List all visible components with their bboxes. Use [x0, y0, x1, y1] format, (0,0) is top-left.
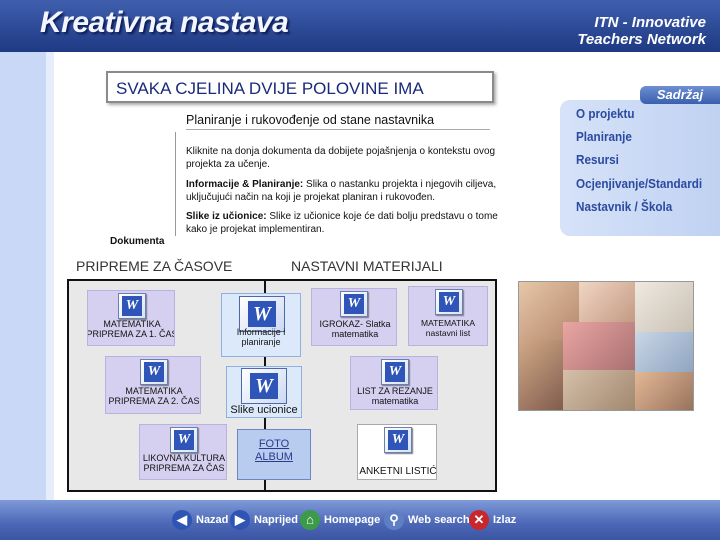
foto-album-label[interactable]: FOTO ALBUM	[238, 438, 310, 464]
brand-line-2: Teachers Network	[577, 31, 706, 48]
sidebar-tab-sadrzaj: Sadržaj	[640, 86, 720, 104]
page-title: SVAKA CJELINA DVIJE POLOVINE IMA	[116, 79, 424, 98]
photo-tile	[635, 332, 693, 372]
photo-tile	[563, 322, 635, 370]
word-doc-icon: W	[340, 291, 368, 317]
word-doc-icon: W	[140, 359, 168, 385]
arrow-left-icon: ◀	[172, 510, 192, 530]
photo-tile	[635, 372, 693, 410]
doc-list-za-rezanje[interactable]: W LIST ZA REZANJE matematika	[350, 356, 438, 410]
doc-igrokaz[interactable]: W IGROKAZ- Slatka matematika	[311, 288, 397, 346]
home-icon: ⌂	[300, 510, 320, 530]
doc-likovna-kultura[interactable]: W LIKOVNA KULTURA PRIPREMA ZA ČAS	[139, 424, 227, 480]
word-doc-icon: W	[381, 359, 409, 385]
doc-label: MATEMATIKA PRIPREMA ZA 1. ČAS	[87, 319, 174, 339]
slike-description: Slike iz učionice: Slike iz učionice koj…	[186, 210, 504, 236]
nav-button-homepage[interactable]: ⌂ Homepage	[300, 510, 380, 530]
nav-label: Web search	[408, 514, 470, 526]
col-header-pripreme: PRIPREME ZA ČASOVE	[76, 258, 233, 274]
nav-label: Homepage	[324, 514, 381, 526]
doc-slike-ucionice[interactable]: W Slike ucionice	[226, 366, 302, 418]
sidebar-item-nastavnik[interactable]: Nastavnik / Škola	[576, 199, 672, 214]
content-sidebar: Sadržaj O projektu Planiranje Resursi Oc…	[560, 86, 720, 236]
doc-anketni-listic[interactable]: W ANKETNI LISTIĆ	[357, 424, 437, 480]
close-icon: ✕	[469, 510, 489, 530]
sidebar-item-ocjenjivanje[interactable]: Ocjenjivanje/Standardi	[576, 176, 702, 191]
classroom-photo-collage	[518, 281, 694, 411]
header-banner: Kreativna nastava ITN - Innovative Teach…	[0, 0, 720, 52]
doc-informacije-planiranje[interactable]: W Informacije i planiranje	[221, 293, 301, 357]
photo-tile	[519, 340, 563, 410]
arrow-right-icon: ▶	[230, 510, 250, 530]
nav-button-nazad[interactable]: ◀ Nazad	[172, 510, 228, 530]
photo-tile	[635, 282, 693, 332]
word-doc-icon: W	[384, 427, 412, 453]
doc-matematika-2[interactable]: W MATEMATIKA PRIPREMA ZA 2. ČAS	[105, 356, 201, 414]
foto-album-link[interactable]: FOTO ALBUM	[237, 429, 311, 480]
sidebar-item-resursi[interactable]: Resursi	[576, 152, 619, 167]
sidebar-item-planiranje[interactable]: Planiranje	[576, 129, 632, 144]
word-doc-icon: W	[435, 289, 463, 315]
doc-label: Slike ucionice	[230, 404, 298, 416]
brand-line-1: ITN - Innovative	[594, 14, 706, 31]
info-heading: Informacije & Planiranje:	[186, 179, 304, 190]
photo-tile	[563, 370, 635, 410]
slike-heading: Slike iz učionice:	[186, 211, 267, 222]
nav-button-web-search[interactable]: ⚲ Web search	[384, 510, 470, 530]
left-decor-strip-inner	[46, 52, 54, 540]
dokumenta-label: Dokumenta	[110, 236, 165, 247]
word-doc-icon: W	[118, 293, 146, 319]
nav-button-izlaz[interactable]: ✕ Izlaz	[469, 510, 516, 530]
doc-label: MATEMATIKA nastavni list	[421, 318, 475, 338]
doc-label: LIST ZA REZANJE matematika	[357, 386, 433, 406]
sidebar-item-o-projektu[interactable]: O projektu	[576, 106, 635, 121]
info-description: Informacije & Planiranje: Slika o nastan…	[186, 178, 504, 204]
left-decor-strip	[0, 52, 46, 540]
nav-label: Izlaz	[493, 514, 517, 526]
doc-nastavni-list[interactable]: W MATEMATIKA nastavni list	[408, 286, 488, 346]
footer-nav-bar: ◀ Nazad ▶ Naprijed ⌂ Homepage ⚲ Web sear…	[0, 500, 720, 540]
doc-label: IGROKAZ- Slatka matematika	[319, 319, 391, 339]
vertical-divider	[175, 132, 176, 236]
photo-tile	[579, 282, 635, 322]
page-subtitle: Planiranje i rukovođenje od stane nastav…	[186, 113, 435, 127]
nav-button-naprijed[interactable]: ▶ Naprijed	[230, 510, 298, 530]
word-doc-icon: W	[170, 427, 198, 453]
subtitle-divider	[186, 129, 490, 130]
doc-matematika-1[interactable]: W MATEMATIKA PRIPREMA ZA 1. ČAS	[87, 290, 175, 346]
nav-label: Nazad	[196, 514, 229, 526]
doc-label: Informacije i planiranje	[236, 327, 286, 347]
doc-label: ANKETNI LISTIĆ	[359, 466, 437, 477]
page-title-box: SVAKA CJELINA DVIJE POLOVINE IMA	[106, 71, 494, 103]
doc-label: LIKOVNA KULTURA PRIPREMA ZA ČAS	[142, 453, 226, 473]
word-doc-icon: W	[241, 368, 287, 404]
col-header-materijali: NASTAVNI MATERIJALI	[291, 258, 443, 274]
magnifier-icon: ⚲	[384, 510, 404, 530]
site-logo: Kreativna nastava	[40, 6, 289, 39]
nav-label: Naprijed	[254, 514, 299, 526]
doc-label: MATEMATIKA PRIPREMA ZA 2. ČAS	[108, 386, 200, 406]
intro-text: Kliknite na donja dokumenta da dobijete …	[186, 146, 496, 170]
brand-title: ITN - Innovative Teachers Network	[577, 14, 706, 48]
